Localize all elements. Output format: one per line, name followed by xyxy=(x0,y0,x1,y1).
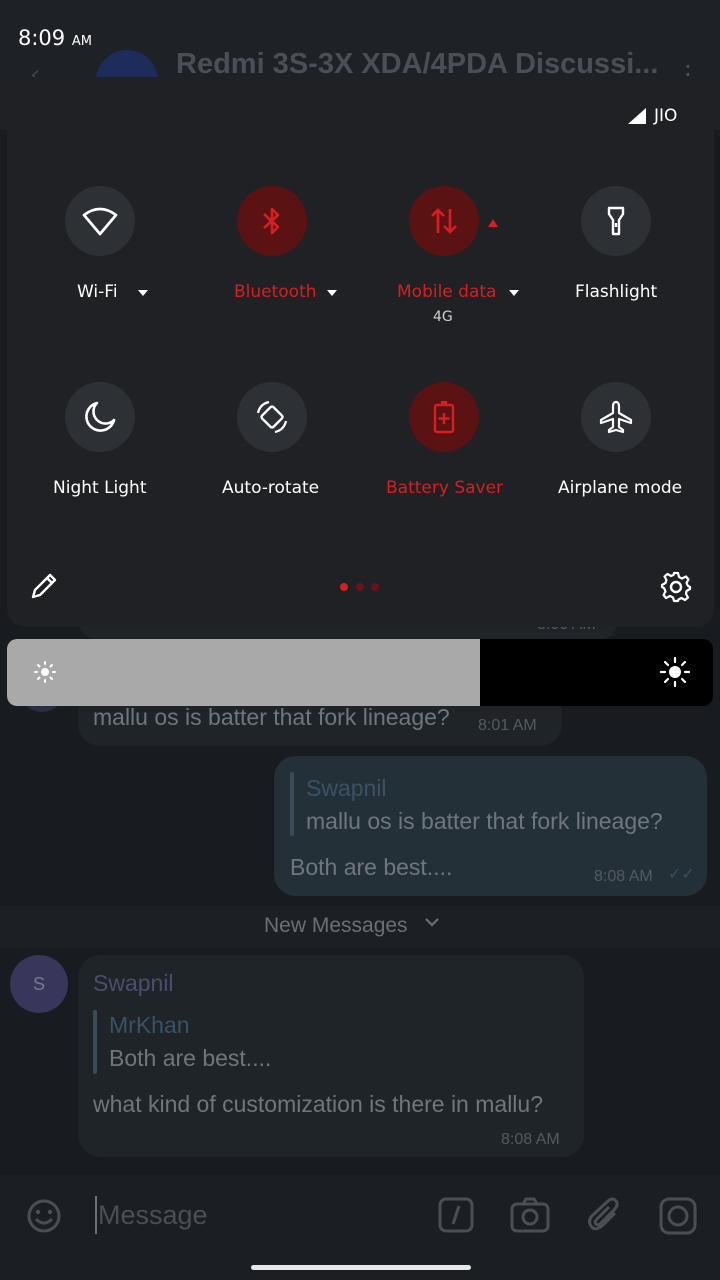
flashlight-label[interactable]: Flashlight xyxy=(575,282,657,302)
auto-rotate-tile[interactable] xyxy=(237,382,307,452)
message-time: 8:08 AM xyxy=(594,868,653,885)
mobile-data-tile[interactable] xyxy=(409,186,479,256)
data-activity-icon xyxy=(487,213,499,232)
attachment-icon[interactable] xyxy=(585,1195,625,1239)
mobile-data-network-type: 4G xyxy=(433,309,453,325)
wifi-icon xyxy=(82,207,118,236)
mobile-data-menu-caret-icon[interactable] xyxy=(509,290,519,296)
night-light-tile[interactable] xyxy=(65,382,135,452)
quote-bar xyxy=(290,772,294,836)
mobile-data-label[interactable]: Mobile data xyxy=(397,282,496,302)
auto-rotate-icon xyxy=(256,400,288,434)
signal-icon xyxy=(627,107,647,129)
quote-text: Both are best.... xyxy=(109,1045,272,1071)
airplane-icon xyxy=(599,400,633,434)
brightness-high-icon xyxy=(659,656,691,691)
quote-author: Swapnil xyxy=(306,775,387,801)
mobile-data-arrows-icon xyxy=(431,208,457,234)
status-time-ampm: AM xyxy=(71,34,92,49)
text-cursor xyxy=(95,1196,97,1234)
message-text: Both are best.... xyxy=(290,854,453,880)
quick-settings-panel xyxy=(7,77,714,627)
home-indicator[interactable] xyxy=(251,1265,471,1270)
wifi-tile[interactable] xyxy=(65,186,135,256)
page-dot-active xyxy=(340,583,348,591)
commands-icon[interactable] xyxy=(437,1196,475,1238)
brightness-slider[interactable] xyxy=(7,639,713,706)
brightness-fill xyxy=(7,639,481,706)
settings-gear-icon[interactable] xyxy=(659,570,693,608)
wifi-menu-caret-icon[interactable] xyxy=(138,290,148,296)
status-time: 8:09 AM xyxy=(18,26,92,50)
bluetooth-menu-caret-icon[interactable] xyxy=(327,290,337,296)
brightness-low-icon xyxy=(33,660,57,688)
flashlight-tile[interactable] xyxy=(581,186,651,256)
battery-saver-icon xyxy=(433,401,455,434)
wifi-label[interactable]: Wi-Fi xyxy=(77,282,118,302)
sender-name[interactable]: Swapnil xyxy=(93,970,174,997)
battery-saver-label[interactable]: Battery Saver xyxy=(386,478,503,498)
avatar[interactable]: S xyxy=(10,955,68,1013)
avatar-letter: S xyxy=(32,973,45,994)
airplane-mode-tile[interactable] xyxy=(581,382,651,452)
video-message-icon[interactable] xyxy=(658,1196,698,1240)
auto-rotate-label[interactable]: Auto-rotate xyxy=(222,478,319,498)
message-time: 8:01 AM xyxy=(478,717,537,734)
page-dot xyxy=(356,583,364,591)
quote-bar xyxy=(93,1010,97,1074)
night-light-label[interactable]: Night Light xyxy=(53,478,147,498)
camera-icon[interactable] xyxy=(509,1195,551,1239)
message-input[interactable]: Message xyxy=(98,1200,208,1231)
emoji-icon[interactable] xyxy=(24,1196,64,1240)
message-text: mallu os is batter that fork lineage? xyxy=(93,704,450,730)
moon-icon xyxy=(85,401,116,432)
status-time-value: 8:09 xyxy=(18,26,66,50)
bluetooth-tile[interactable] xyxy=(237,186,307,256)
message-time: 8:08 AM xyxy=(501,1131,560,1148)
battery-saver-tile[interactable] xyxy=(409,382,479,452)
flashlight-icon xyxy=(607,206,625,236)
carrier-name: JIO xyxy=(654,106,678,126)
airplane-mode-label[interactable]: Airplane mode xyxy=(558,478,682,498)
bluetooth-label[interactable]: Bluetooth xyxy=(234,282,317,302)
edit-pencil-icon[interactable] xyxy=(28,570,60,606)
page-dot xyxy=(371,583,379,591)
chevron-down-icon xyxy=(422,912,442,936)
new-messages-label: New Messages xyxy=(264,914,408,937)
bluetooth-icon xyxy=(263,207,280,235)
quote-text: mallu os is batter that fork lineage? xyxy=(306,808,663,834)
read-checkmarks-icon: ✓✓ xyxy=(668,864,695,883)
message-text: what kind of customization is there in m… xyxy=(93,1091,543,1117)
quote-author: MrKhan xyxy=(109,1012,190,1038)
